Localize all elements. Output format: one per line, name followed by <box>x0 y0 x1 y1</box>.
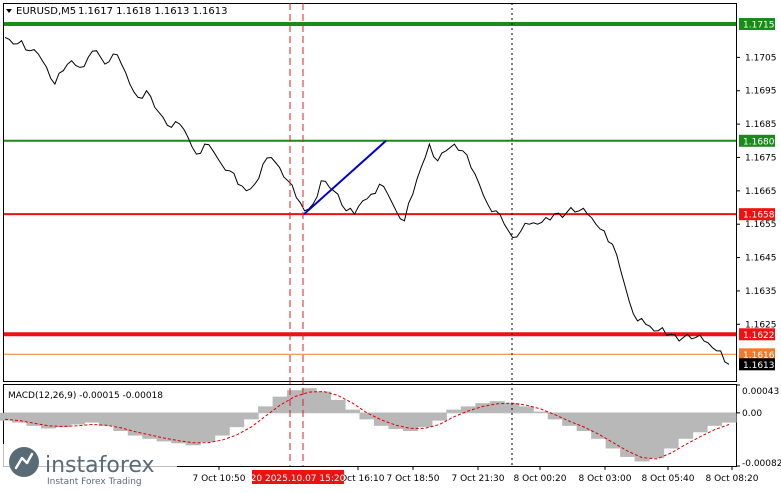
macd-bar <box>344 409 361 413</box>
macd-bar <box>620 412 636 457</box>
macd-axis-label: 0.00043 <box>742 387 779 397</box>
x-axis-label: 8 Oct 08:20 <box>706 474 759 484</box>
macd-bar <box>272 396 288 413</box>
macd-bar <box>287 390 303 413</box>
macd-bar <box>214 412 230 436</box>
chart-canvas: 1.17051.16951.16851.16751.16651.16551.16… <box>0 3 781 487</box>
symbol-label: EURUSD,M5 <box>16 6 76 17</box>
watermark: instaforex Instant Forex Trading <box>3 444 177 487</box>
level-tag-text: 1.1680 <box>743 137 775 147</box>
macd-bar <box>359 412 375 420</box>
x-axis-label: 8 Oct 03:00 <box>579 474 632 484</box>
macd-bar <box>171 412 187 444</box>
macd-bar <box>678 412 694 439</box>
macd-bar <box>55 412 71 428</box>
macd-bar <box>316 391 332 413</box>
price-axis-label: 1.1705 <box>745 53 777 63</box>
macd-bar <box>84 412 100 423</box>
macd-bar <box>489 401 505 413</box>
macd-bar <box>243 412 259 420</box>
price-axis-label: 1.1665 <box>745 187 777 197</box>
watermark-brand: instaforex <box>45 453 155 478</box>
macd-bar <box>591 412 607 439</box>
macd-bar <box>98 412 114 426</box>
macd-bar <box>330 399 346 413</box>
level-tag-text: 1.1622 <box>743 331 775 341</box>
level-tag-text: 1.1715 <box>743 21 775 31</box>
time-tag-label: 20 2025.10.07 15:20 <box>251 474 346 484</box>
macd-axis-label: 0.00 <box>742 409 762 419</box>
level-tag-text: 1.1613 <box>743 361 775 371</box>
macd-bar <box>200 412 216 443</box>
macd-bar <box>649 412 665 459</box>
price-axis-label: 1.1695 <box>745 87 777 97</box>
macd-bar <box>26 412 42 426</box>
macd-bar <box>69 412 85 425</box>
macd-bar <box>533 411 549 413</box>
x-axis-label: 7 Oct 18:50 <box>387 474 440 484</box>
macd-bar <box>706 412 723 426</box>
chart-window: 1.1705 1.1695 1.1685 1.1675 1.1665 1.1655 1.16… <box>0 0 781 489</box>
macd-bar <box>431 412 447 421</box>
macd-axis-label: -0.00082 <box>742 459 781 469</box>
x-axis-label: 7 Oct 21:30 <box>452 474 505 484</box>
x-axis-label: 7 Oct 10:50 <box>193 474 246 484</box>
macd-bar <box>373 412 390 426</box>
macd-bar <box>576 412 592 432</box>
macd-bar <box>229 412 245 428</box>
price-axis-label: 1.1655 <box>745 220 777 230</box>
watermark-tagline: Instant Forex Trading <box>47 477 142 487</box>
price-axis-label: 1.1635 <box>745 287 777 297</box>
x-axis-label: 8 Oct 05:40 <box>642 474 695 484</box>
macd-label: MACD(12,26,9) -0.00015 -0.00018 <box>8 391 163 401</box>
macd-bar <box>417 412 433 428</box>
macd-bar <box>634 412 650 462</box>
macd-bar <box>663 412 679 449</box>
instaforex-logo-icon <box>9 447 39 477</box>
macd-bar <box>185 412 201 446</box>
macd-bar <box>547 412 563 420</box>
price-axis-label: 1.1685 <box>745 120 777 130</box>
price-panel-frame <box>3 3 737 382</box>
ohlc-values: 1.1617 1.1618 1.1613 1.1613 <box>78 6 228 17</box>
price-axis-label: 1.1675 <box>745 153 777 163</box>
macd-bar <box>692 412 708 433</box>
price-axis-label: 1.1645 <box>745 254 777 264</box>
macd-bar <box>518 406 534 413</box>
macd-bar <box>40 412 56 429</box>
macd-bar <box>446 409 462 413</box>
x-axis-label: 8 Oct 00:20 <box>514 474 567 484</box>
macd-bar <box>721 412 737 423</box>
level-tag-text: 1.1658 <box>743 211 775 221</box>
macd-bar <box>11 412 28 423</box>
